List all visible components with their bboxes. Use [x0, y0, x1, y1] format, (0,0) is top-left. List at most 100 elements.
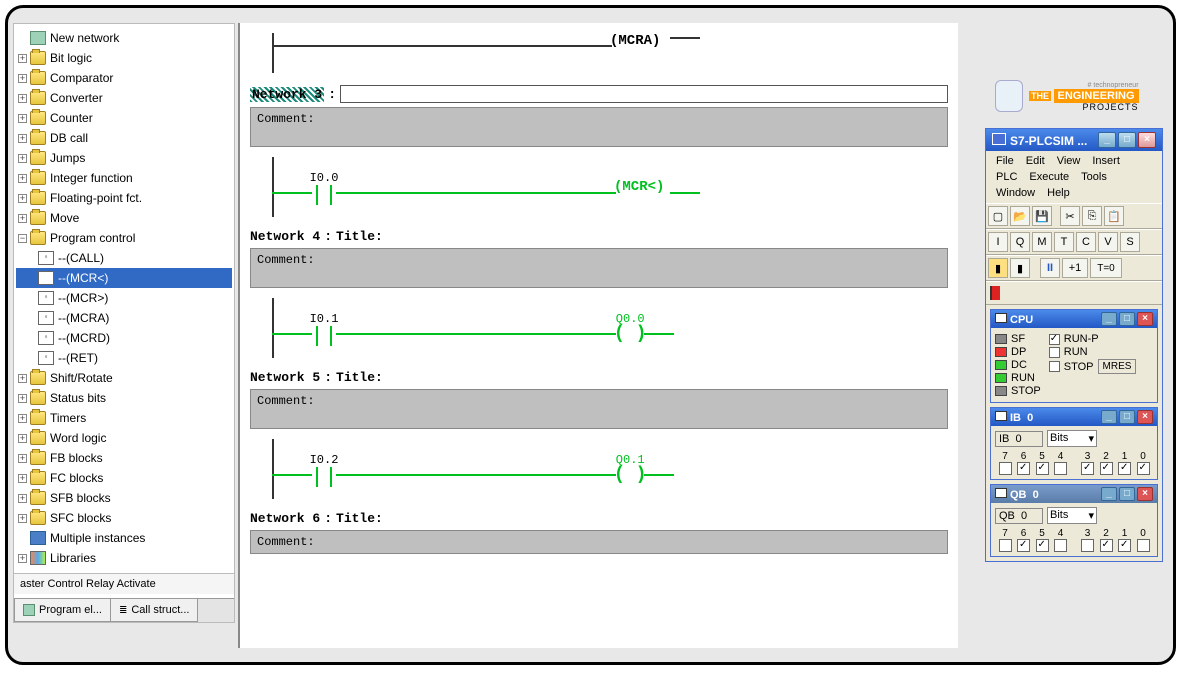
new-icon[interactable]: ▢ — [988, 206, 1008, 226]
network-6-comment[interactable]: Comment: — [250, 530, 948, 554]
tree-item-converter[interactable]: +Converter — [16, 88, 232, 108]
menu-file[interactable]: File — [990, 153, 1020, 169]
ib-minimize-button[interactable]: _ — [1101, 410, 1117, 424]
bit-2-checkbox[interactable] — [1100, 462, 1113, 475]
qb-minimize-button[interactable]: _ — [1101, 487, 1117, 501]
bit-6-checkbox[interactable] — [1017, 462, 1030, 475]
network-3-comment[interactable]: Comment: — [250, 107, 948, 147]
plcsim-titlebar[interactable]: S7-PLCSIM ... _ □ × — [986, 129, 1162, 151]
expander-icon[interactable]: + — [18, 54, 27, 63]
expander-icon[interactable]: + — [18, 394, 27, 403]
network-4-label[interactable]: Network 4 — [250, 229, 320, 244]
single-step-button[interactable]: +1 — [1062, 258, 1088, 278]
tree-item-multiple-instances[interactable]: Multiple instances — [16, 528, 232, 548]
tree-item--ret-[interactable]: ◦--(RET) — [16, 348, 232, 368]
tree-item-integer-function[interactable]: +Integer function — [16, 168, 232, 188]
expander-icon[interactable]: + — [18, 374, 27, 383]
tree-item-new-network[interactable]: New network — [16, 28, 232, 48]
menu-tools[interactable]: Tools — [1075, 169, 1113, 185]
contact-i0-2[interactable]: I0.2 — [312, 461, 336, 487]
bit-6-checkbox[interactable] — [1017, 539, 1030, 552]
flag-icon[interactable] — [990, 286, 1000, 300]
tree-item-db-call[interactable]: +DB call — [16, 128, 232, 148]
cut-icon[interactable]: ✂ — [1060, 206, 1080, 226]
bit-0-checkbox[interactable] — [1137, 462, 1150, 475]
tab-call-structure[interactable]: ≣ Call struct... — [110, 599, 198, 622]
expander-icon[interactable]: + — [18, 454, 27, 463]
open-icon[interactable]: 📂 — [1010, 206, 1030, 226]
menu-help[interactable]: Help — [1041, 185, 1076, 201]
bit-2-checkbox[interactable] — [1100, 539, 1113, 552]
contact-i0-0[interactable]: I0.0 — [312, 179, 336, 205]
tree-item-jumps[interactable]: +Jumps — [16, 148, 232, 168]
qb-format-select[interactable]: Bits▾ — [1047, 507, 1097, 524]
tree-item-fb-blocks[interactable]: +FB blocks — [16, 448, 232, 468]
ib-format-select[interactable]: Bits▾ — [1047, 430, 1097, 447]
runp-checkbox[interactable] — [1049, 334, 1060, 345]
expander-icon[interactable]: + — [18, 74, 27, 83]
expander-icon[interactable]: + — [18, 94, 27, 103]
tree-item--call-[interactable]: ◦--(CALL) — [16, 248, 232, 268]
menu-window[interactable]: Window — [990, 185, 1041, 201]
insert-v-icon[interactable]: V — [1098, 232, 1118, 252]
expander-icon[interactable]: + — [18, 434, 27, 443]
expander-icon[interactable]: + — [18, 154, 27, 163]
step-mode-icon[interactable]: ▮ — [1010, 258, 1030, 278]
paste-icon[interactable]: 📋 — [1104, 206, 1124, 226]
run-checkbox[interactable] — [1049, 347, 1060, 358]
tree-item-timers[interactable]: +Timers — [16, 408, 232, 428]
ib-address-input[interactable]: IB 0 — [995, 431, 1043, 447]
expander-icon[interactable]: + — [18, 414, 27, 423]
expander-icon[interactable]: + — [18, 114, 27, 123]
expander-icon[interactable]: + — [18, 494, 27, 503]
stop-checkbox[interactable] — [1049, 361, 1060, 372]
cpu-close-button[interactable]: × — [1137, 312, 1153, 326]
network-6-label[interactable]: Network 6 — [250, 511, 320, 526]
contact-i0-1[interactable]: I0.1 — [312, 320, 336, 346]
qb-close-button[interactable]: × — [1137, 487, 1153, 501]
tree-item-shift-rotate[interactable]: +Shift/Rotate — [16, 368, 232, 388]
menu-view[interactable]: View — [1051, 153, 1087, 169]
bit-5-checkbox[interactable] — [1036, 539, 1049, 552]
save-icon[interactable]: 💾 — [1032, 206, 1052, 226]
ib-maximize-button[interactable]: □ — [1119, 410, 1135, 424]
cpu-minimize-button[interactable]: _ — [1101, 312, 1117, 326]
copy-icon[interactable]: ⎘ — [1082, 206, 1102, 226]
expander-icon[interactable]: + — [18, 554, 27, 563]
insert-s-icon[interactable]: S — [1120, 232, 1140, 252]
tree-item-comparator[interactable]: +Comparator — [16, 68, 232, 88]
tree-item-program-control[interactable]: −Program control — [16, 228, 232, 248]
insert-m-icon[interactable]: M — [1032, 232, 1052, 252]
tree-item-floating-point-fct-[interactable]: +Floating-point fct. — [16, 188, 232, 208]
mres-button[interactable]: MRES — [1098, 359, 1137, 374]
tree-item--mcr-[interactable]: ◦--(MCR>) — [16, 288, 232, 308]
network-5-comment[interactable]: Comment: — [250, 389, 948, 429]
expander-icon[interactable]: + — [18, 514, 27, 523]
expander-icon[interactable]: + — [18, 174, 27, 183]
tree-item-move[interactable]: +Move — [16, 208, 232, 228]
expander-icon[interactable]: + — [18, 134, 27, 143]
bit-4-checkbox[interactable] — [1054, 539, 1067, 552]
bit-1-checkbox[interactable] — [1118, 539, 1131, 552]
menu-insert[interactable]: Insert — [1086, 153, 1126, 169]
coil-q0-0[interactable]: Q0.0 ( ) — [614, 320, 646, 340]
coil-q0-1[interactable]: Q0.1 ( ) — [614, 461, 646, 481]
expander-icon[interactable]: + — [18, 194, 27, 203]
insert-t-icon[interactable]: T — [1054, 232, 1074, 252]
network-5-label[interactable]: Network 5 — [250, 370, 320, 385]
mcra-coil[interactable]: (MCRA) — [610, 33, 660, 49]
network-4-comment[interactable]: Comment: — [250, 248, 948, 288]
bit-0-checkbox[interactable] — [1137, 539, 1150, 552]
tree-item-counter[interactable]: +Counter — [16, 108, 232, 128]
tree-item--mcr-[interactable]: ◦--(MCR<) — [16, 268, 232, 288]
expander-icon[interactable]: − — [18, 234, 27, 243]
maximize-button[interactable]: □ — [1118, 132, 1136, 148]
tab-program-elements[interactable]: Program el... — [14, 599, 111, 622]
tree-item-sfb-blocks[interactable]: +SFB blocks — [16, 488, 232, 508]
insert-q-icon[interactable]: Q — [1010, 232, 1030, 252]
tree-item-bit-logic[interactable]: +Bit logic — [16, 48, 232, 68]
pause-button[interactable]: II — [1040, 258, 1060, 278]
tree-item-word-logic[interactable]: +Word logic — [16, 428, 232, 448]
insert-i-icon[interactable]: I — [988, 232, 1008, 252]
ib-close-button[interactable]: × — [1137, 410, 1153, 424]
